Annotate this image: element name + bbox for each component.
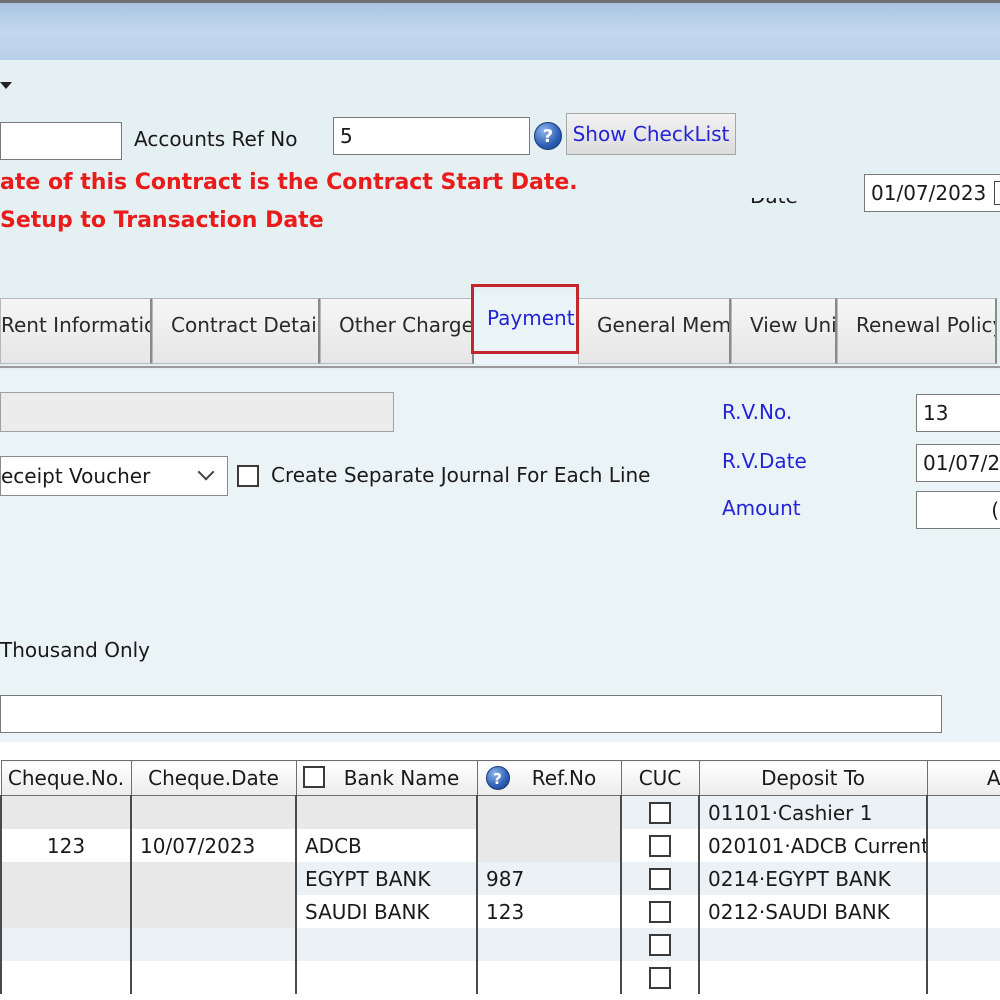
deposit-to-cell[interactable] [698, 961, 928, 994]
cheque-no-cell[interactable] [0, 895, 132, 928]
amount-cell[interactable] [926, 895, 1000, 928]
tab-view-unit[interactable]: View Unit [731, 298, 837, 364]
voucher-type-select[interactable]: eceipt Voucher [0, 456, 228, 496]
warning-message-line2: Setup to Transaction Date [0, 208, 324, 233]
cuc-cell [620, 895, 700, 928]
select-all-checkbox[interactable] [302, 766, 325, 788]
rv-date-input[interactable]: 01/07/20 [916, 444, 1000, 482]
amount-cell[interactable] [926, 961, 1000, 994]
date-label-clipped: Date [750, 198, 800, 208]
date-picker-icon[interactable] [994, 181, 1000, 205]
rv-no-input[interactable]: 13 [916, 394, 1000, 432]
contract-no-field[interactable] [0, 122, 122, 160]
amount-cell[interactable] [926, 795, 1000, 829]
col-a[interactable]: A [926, 760, 1000, 796]
contract-date-input[interactable]: 01/07/2023 [864, 174, 1000, 212]
separate-journal-label: Create Separate Journal For Each Line [271, 463, 651, 487]
tab-general-memo[interactable]: General Memo [578, 298, 731, 364]
rv-date-label: R.V.Date [722, 449, 807, 473]
cuc-checkbox[interactable] [649, 801, 671, 824]
col-cheque-date[interactable]: Cheque.Date [130, 760, 297, 796]
cheque-date-cell[interactable] [130, 862, 297, 895]
col-bank-name[interactable]: Bank Name [295, 760, 478, 796]
accounts-ref-input[interactable]: 5 [333, 117, 530, 155]
tab-renewal-policy[interactable]: Renewal Policy [837, 298, 997, 364]
cheque-date-cell[interactable] [130, 895, 297, 928]
cheque-no-cell[interactable] [0, 961, 132, 994]
panel-divider [0, 742, 1000, 760]
cuc-cell [620, 829, 700, 862]
disabled-field [0, 392, 394, 432]
show-checklist-button[interactable]: Show CheckList [566, 113, 736, 155]
table-row[interactable]: 123 10/07/2023 ADCB 020101·ADCB Current … [0, 829, 1000, 862]
col-ref-no[interactable]: ? Ref.No [476, 760, 622, 796]
table-row[interactable]: 01101·Cashier 1 [0, 795, 1000, 829]
cheque-no-cell[interactable]: 123 [0, 829, 132, 862]
cheque-date-cell[interactable] [130, 795, 297, 829]
bank-name-cell[interactable] [295, 928, 478, 961]
cuc-checkbox[interactable] [649, 933, 671, 956]
cheque-no-cell[interactable] [0, 862, 132, 895]
table-row[interactable]: SAUDI BANK 123 0212·SAUDI BANK [0, 895, 1000, 928]
cheque-no-cell[interactable] [0, 928, 132, 961]
amount-label: Amount [722, 496, 801, 520]
cuc-checkbox[interactable] [649, 834, 671, 857]
amount-cell[interactable] [926, 862, 1000, 895]
cuc-checkbox[interactable] [649, 900, 671, 923]
cheque-date-cell[interactable] [130, 928, 297, 961]
deposit-to-cell[interactable]: 0214·EGYPT BANK [698, 862, 928, 895]
table-row[interactable] [0, 928, 1000, 961]
payment-tab-highlight [471, 284, 579, 354]
cheque-date-cell[interactable]: 10/07/2023 [130, 829, 297, 862]
deposit-to-cell[interactable]: 020101·ADCB Current A [698, 829, 928, 862]
col-cheque-no[interactable]: Cheque.No. [0, 760, 132, 796]
ref-no-cell[interactable] [476, 795, 622, 829]
rv-no-label: R.V.No. [722, 400, 793, 424]
bank-name-cell[interactable] [295, 795, 478, 829]
cuc-checkbox[interactable] [649, 966, 671, 989]
cheque-date-cell[interactable] [130, 961, 297, 994]
ref-no-cell[interactable]: 987 [476, 862, 622, 895]
dropdown-caret-icon[interactable] [0, 82, 12, 89]
table-row[interactable] [0, 961, 1000, 994]
deposit-to-cell[interactable]: 01101·Cashier 1 [698, 795, 928, 829]
bank-name-cell[interactable]: EGYPT BANK [295, 862, 478, 895]
tab-baseline [0, 366, 1000, 368]
ref-no-cell[interactable] [476, 928, 622, 961]
remarks-input[interactable] [0, 695, 942, 733]
cuc-cell [620, 862, 700, 895]
col-deposit-to[interactable]: Deposit To [698, 760, 928, 796]
amount-cell[interactable] [926, 829, 1000, 862]
tab-other-charges[interactable]: Other Charges [320, 298, 474, 364]
cuc-cell [620, 928, 700, 961]
accounts-ref-label: Accounts Ref No [134, 127, 298, 151]
warning-message-line1: ate of this Contract is the Contract Sta… [0, 170, 578, 195]
help-icon[interactable]: ? [534, 122, 562, 150]
deposit-to-cell[interactable]: 0212·SAUDI BANK [698, 895, 928, 928]
ref-no-cell[interactable]: 123 [476, 895, 622, 928]
window-title-bar [0, 0, 1000, 60]
bank-name-cell[interactable]: ADCB [295, 829, 478, 862]
cheque-grid: Cheque.No. Cheque.Date Bank Name ? Ref.N… [0, 760, 1000, 1000]
ref-no-cell[interactable] [476, 829, 622, 862]
cheque-no-cell[interactable] [0, 795, 132, 829]
bank-name-cell[interactable]: SAUDI BANK [295, 895, 478, 928]
tab-rent-information[interactable]: Rent Information [0, 298, 152, 364]
cuc-checkbox[interactable] [649, 867, 671, 890]
help-icon[interactable]: ? [485, 766, 510, 790]
cuc-cell [620, 795, 700, 829]
bank-name-cell[interactable] [295, 961, 478, 994]
amount-in-words: Thousand Only [0, 638, 151, 662]
tab-contract-details[interactable]: Contract Details [152, 298, 320, 364]
col-cuc[interactable]: CUC [620, 760, 700, 796]
separate-journal-checkbox[interactable] [237, 465, 259, 487]
deposit-to-cell[interactable] [698, 928, 928, 961]
cuc-cell [620, 961, 700, 994]
amount-cell[interactable] [926, 928, 1000, 961]
ref-no-cell[interactable] [476, 961, 622, 994]
table-row[interactable]: EGYPT BANK 987 0214·EGYPT BANK [0, 862, 1000, 895]
amount-input[interactable]: ( [916, 491, 1000, 529]
